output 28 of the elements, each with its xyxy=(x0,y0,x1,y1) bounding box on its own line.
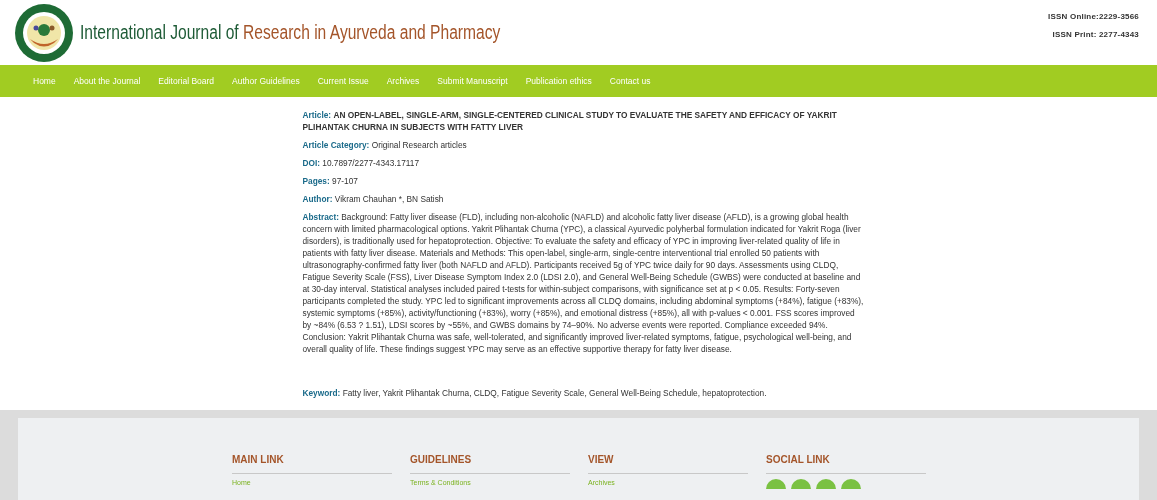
social-icon[interactable] xyxy=(766,479,786,489)
article-field: Pages: 97-107 xyxy=(302,175,865,187)
social-icon[interactable] xyxy=(841,479,861,489)
nav-link[interactable]: Archives xyxy=(377,76,429,86)
social-icon[interactable] xyxy=(816,479,836,489)
article-field: Author: Vikram Chauhan *, BN Satish xyxy=(302,193,865,205)
article-field: Article Category: Original Research articles xyxy=(302,139,865,151)
nav-link[interactable]: Submit Manuscript xyxy=(428,76,517,86)
issn-text: ISSN Print: 2277-4343 xyxy=(1052,30,1139,39)
article-field: DOI: 10.7897/2277-4343.17117 xyxy=(302,157,865,169)
nav-link[interactable]: Author Guidelines xyxy=(223,76,309,86)
article-field: Abstract: Background: Fatty liver disease (FLD), including non-alcoholic (NAFLD) and alcoholic fatty liver disease (AFLD), is a growing global health concern with limited pharmacological options. Yakrit Plihantak Churna (YPC), a classical Ayurvedic polyherbal formulation indicated for Yakrit Roga (liver disorders), is traditionally used for hepatoprotection. Objective: To evaluate the safety and efficacy of YPC in improving liver-related quality of life in patients with fatty liver disease. Materials and Methods: This open-label, single-arm, single-centre interventional trial enrolled 50 patients with ultrasonography-confirmed fatty liver (both NAFLD and AFLD). Participants received 5g of YPC twice daily for 90 days. Assessments using CLDQ, Fatigue Severity Scale (FSS), Liver Disease Symptom Index 2.0 (LDSI 2.0), and General Well-Being Schedule (GWBS) were conducted at baseline and at 30-day interval. Statistical analyses included paired t-tests for within-subject comparisons, with significance set at p < 0.05. Results: Forty-seven participants completed the study. YPC led to significant improvements across all CLDQ domains, including abdominal symptoms (+84%), fatigue (+83%), systemic symptoms (+85%), activity/functioning (+83%), worry (+85%), and emotional distress (+85%), all with p-values < 0.001. FSS scores improved by ~84% (6.53 ? 1.51), LDSI scores by ~55%, and GWBS domains by 74–90%. No adverse events were reported. Compliance exceeded 94%. Conclusion: Yakrit Plihantak Churna was safe, well-tolerated, and significantly improved liver-related symptoms, fatigue, psychological well-being, and overall quality of life. These findings suggest YPC may serve as an effective supportive therapy for fatty liver disease. xyxy=(302,211,865,355)
footer-heading: VIEW xyxy=(588,454,748,474)
article-title: Article: AN OPEN-LABEL, SINGLE-ARM, SINGLE-CENTERED CLINICAL STUDY TO EVALUATE THE SAFETY AND EFFICACY OF YAKRIT PLIHANTAK CHURNA IN SUBJECTS WITH FATTY LIVER xyxy=(302,109,838,133)
footer-heading: SOCIAL LINK xyxy=(766,454,926,474)
journal-logo-icon xyxy=(14,2,74,63)
footer-heading: MAIN LINK xyxy=(232,454,392,474)
nav-link[interactable]: About the Journal xyxy=(64,76,150,86)
nav-link[interactable]: Home xyxy=(24,76,65,86)
footer-heading: GUIDELINES xyxy=(410,454,570,474)
nav-link[interactable]: Editorial Board xyxy=(149,76,224,86)
nav-link[interactable]: Current Issue xyxy=(308,76,378,86)
nav-link[interactable]: Publication ethics xyxy=(516,76,601,86)
social-icon[interactable] xyxy=(791,479,811,489)
nav-link[interactable]: Contact us xyxy=(600,76,660,86)
journal-title[interactable]: International Journal of Research in Ayurveda and Pharmacy xyxy=(80,21,501,44)
article-field: Keyword: Fatty liver, Yakrit Plihantak Churna, CLDQ, Fatigue Severity Scale, General Well-Being Schedule, hepatoprotection. xyxy=(302,387,865,399)
issn-text: ISSN Online:2229-3566 xyxy=(1048,12,1139,21)
